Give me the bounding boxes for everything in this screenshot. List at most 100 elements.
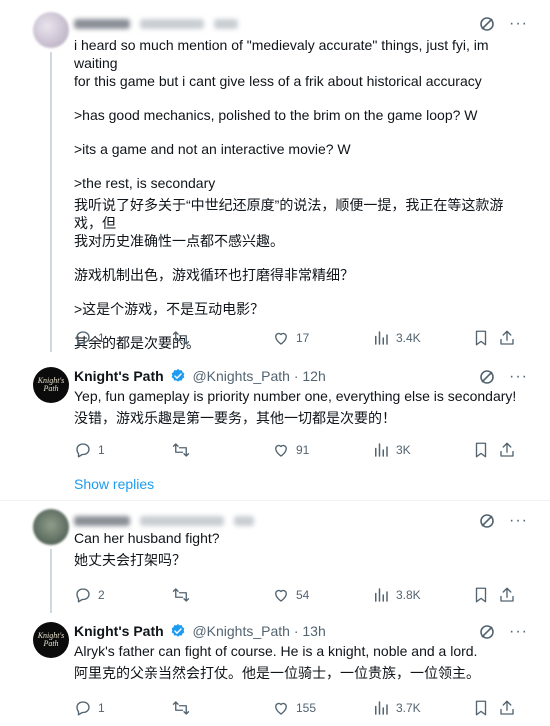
- more-icon[interactable]: ···: [509, 369, 528, 385]
- reply-count: 1: [98, 701, 105, 715]
- post-4[interactable]: Knight's Path Knight's Path @Knights_Pat…: [0, 610, 550, 726]
- views-button[interactable]: 3.7K: [372, 698, 421, 718]
- author-name[interactable]: Knight's Path: [74, 368, 164, 384]
- views-icon: [375, 701, 388, 715]
- post-line: 我对历史准确性一点都不感兴趣。: [74, 233, 284, 249]
- bookmark-button[interactable]: [472, 440, 490, 460]
- post-line: >这是个游戏，不是互动电影？: [74, 301, 265, 317]
- share-button[interactable]: [498, 585, 516, 605]
- more-icon[interactable]: ···: [509, 624, 528, 640]
- more-icon[interactable]: ···: [509, 16, 528, 32]
- author-handle[interactable]: @Knights_Path: [192, 368, 290, 384]
- avatar[interactable]: [33, 12, 69, 48]
- post-time[interactable]: · 13h: [294, 623, 326, 639]
- author-name-blurred[interactable]: [74, 516, 130, 527]
- avatar[interactable]: [33, 509, 69, 545]
- post-text: Alryk's father can fight of course. He i…: [74, 642, 519, 682]
- bookmark-icon: [475, 330, 487, 346]
- share-icon: [500, 330, 514, 345]
- post-actions: 1 155 3.7K: [74, 698, 520, 718]
- post-time[interactable]: · 12h: [294, 368, 326, 384]
- share-button[interactable]: [498, 328, 516, 348]
- like-icon: [275, 702, 287, 715]
- views-button[interactable]: 3K: [372, 440, 411, 460]
- like-icon: [275, 589, 287, 602]
- views-button[interactable]: 3.4K: [372, 328, 421, 348]
- more-icon[interactable]: ···: [509, 513, 528, 529]
- reply-count: 1: [98, 443, 105, 457]
- post-time-blurred[interactable]: [213, 19, 238, 30]
- like-count: 17: [296, 331, 310, 345]
- repost-icon: [172, 331, 190, 345]
- like-count: 54: [296, 588, 310, 602]
- repost-icon: [172, 701, 190, 715]
- reply-button[interactable]: 1: [74, 698, 105, 718]
- like-button[interactable]: 17: [272, 328, 309, 348]
- bookmark-button[interactable]: [472, 585, 490, 605]
- share-button[interactable]: [498, 698, 516, 718]
- repost-icon: [172, 588, 190, 602]
- like-count: 91: [296, 443, 310, 457]
- views-icon: [375, 443, 388, 457]
- author-handle-blurred[interactable]: [139, 516, 224, 527]
- author-name[interactable]: Knight's Path: [74, 623, 164, 639]
- avatar-logo-text: Knight's Path: [37, 631, 65, 648]
- share-button[interactable]: [498, 440, 516, 460]
- repost-button[interactable]: [172, 328, 196, 348]
- post-2[interactable]: Knight's Path Knight's Path @Knights_Pat…: [0, 355, 550, 495]
- repost-icon: [172, 443, 190, 457]
- bookmark-icon: [475, 442, 487, 458]
- post-top-icons: ···: [479, 16, 528, 32]
- grok-icon[interactable]: [479, 513, 495, 529]
- avatar[interactable]: Knight's Path: [33, 622, 69, 658]
- reply-icon: [76, 443, 90, 458]
- post-line: >has good mechanics, polished to the bri…: [74, 107, 478, 123]
- post-actions: 2 54 3.8K: [74, 585, 520, 605]
- share-icon: [500, 587, 514, 602]
- grok-icon[interactable]: [479, 624, 495, 640]
- repost-button[interactable]: [172, 440, 196, 460]
- avatar[interactable]: Knight's Path: [33, 367, 69, 403]
- post-text: Can her husband fight? 她丈夫会打架吗？: [74, 529, 519, 569]
- repost-button[interactable]: [172, 585, 196, 605]
- post-line: Yep, fun gameplay is priority number one…: [74, 388, 517, 404]
- views-count: 3.7K: [396, 701, 421, 715]
- views-button[interactable]: 3.8K: [372, 585, 421, 605]
- reply-count: 2: [98, 588, 105, 602]
- like-icon: [275, 332, 287, 345]
- bookmark-button[interactable]: [472, 328, 490, 348]
- post-text: i heard so much mention of "medievaly ac…: [74, 36, 519, 352]
- author-handle[interactable]: @Knights_Path: [192, 623, 290, 639]
- reply-button[interactable]: 1: [74, 328, 105, 348]
- post-line: 她丈夫会打架吗？: [74, 552, 186, 568]
- reply-count: 1: [98, 331, 105, 345]
- post-line: Can her husband fight?: [74, 530, 220, 546]
- like-button[interactable]: 155: [272, 698, 316, 718]
- post-line: >its a game and not an interactive movie…: [74, 141, 351, 157]
- reply-icon: [76, 331, 90, 346]
- post-1[interactable]: ··· i heard so much mention of "medieval…: [0, 0, 550, 355]
- share-icon: [500, 442, 514, 457]
- post-line: i heard so much mention of "medievaly ac…: [74, 37, 489, 71]
- post-header: Knight's Path @Knights_Path · 12h: [74, 367, 326, 385]
- like-button[interactable]: 91: [272, 440, 309, 460]
- show-replies-link[interactable]: Show replies: [74, 476, 154, 492]
- author-handle-blurred[interactable]: [139, 19, 204, 30]
- author-name-blurred[interactable]: [74, 19, 130, 30]
- post-text: Yep, fun gameplay is priority number one…: [74, 387, 519, 427]
- bookmark-button[interactable]: [472, 698, 490, 718]
- reply-icon: [76, 588, 90, 603]
- grok-icon[interactable]: [479, 16, 495, 32]
- post-line: 游戏机制出色，游戏循环也打磨得非常精细？: [74, 267, 354, 283]
- thread-line: [50, 52, 52, 352]
- verified-icon: [171, 624, 184, 637]
- reply-button[interactable]: 1: [74, 440, 105, 460]
- post-3[interactable]: ··· Can her husband fight? 她丈夫会打架吗？ 2 54…: [0, 501, 550, 613]
- reply-button[interactable]: 2: [74, 585, 105, 605]
- views-count: 3K: [396, 443, 411, 457]
- grok-icon[interactable]: [479, 369, 495, 385]
- repost-button[interactable]: [172, 698, 196, 718]
- like-button[interactable]: 54: [272, 585, 309, 605]
- views-icon: [375, 331, 388, 345]
- post-time-blurred[interactable]: [233, 516, 254, 527]
